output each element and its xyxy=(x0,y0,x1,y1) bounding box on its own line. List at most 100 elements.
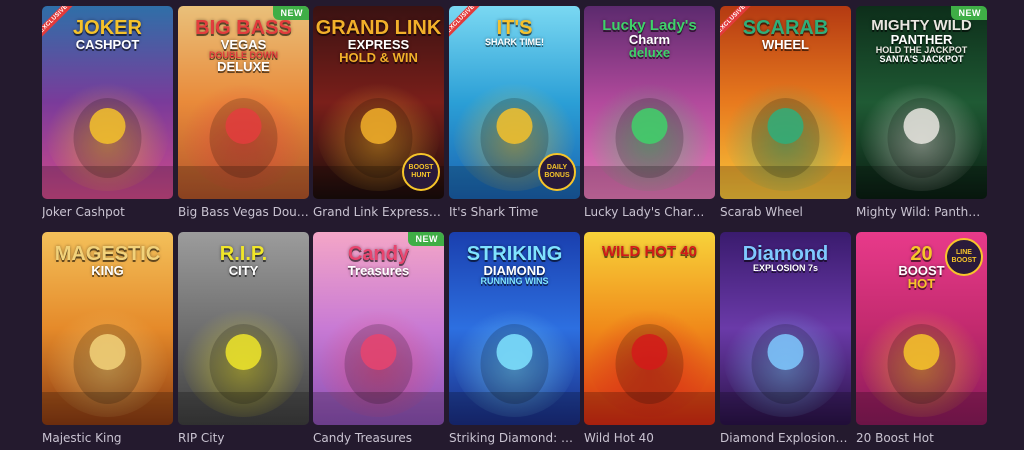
artwork-shade xyxy=(720,166,851,199)
game-thumbnail[interactable]: MAGESTIC KING xyxy=(42,232,173,425)
artwork-emblem xyxy=(767,334,804,370)
game-title[interactable]: Mighty Wild: Panther Grand Gold Edition … xyxy=(856,205,987,219)
game-tile[interactable]: BIG BASS VEGAS DOUBLE DOWN DELUXE NEW Big Bas… xyxy=(178,6,309,219)
game-logo: IT'S SHARK TIME! xyxy=(449,18,580,47)
game-logo-line: R.I.P. xyxy=(219,243,268,265)
game-title[interactable]: Scarab Wheel xyxy=(720,205,851,219)
game-logo-line: MAGESTIC xyxy=(54,243,161,265)
game-logo-line: CITY xyxy=(228,263,259,278)
game-logo-line: HOT xyxy=(907,276,936,291)
game-logo: Candy Treasures xyxy=(313,244,444,277)
game-logo: MAGESTIC KING xyxy=(42,244,173,277)
game-logo-line: MIGHTY WILD xyxy=(871,17,972,34)
new-badge: NEW xyxy=(272,6,309,20)
game-tile[interactable]: Candy Treasures NEW Candy Treasures xyxy=(313,232,444,445)
game-logo-line: EXPLOSION 7s xyxy=(752,263,819,273)
artwork-shade xyxy=(178,392,309,425)
game-logo-line: HOLD & WIN xyxy=(339,50,418,65)
game-tile[interactable]: Lucky Lady's Charm deluxe Lucky Lady's Char… xyxy=(584,6,715,219)
game-title[interactable]: Joker Cashpot xyxy=(42,205,173,219)
game-logo: GRAND LINK EXPRESS HOLD & WIN xyxy=(313,18,444,64)
game-logo-line: CASHPOT xyxy=(75,37,140,52)
game-logo: MIGHTY WILD PANTHER HOLD THE JACKPOT SANTA'… xyxy=(856,18,987,64)
game-logo: SCARAB WHEEL xyxy=(720,18,851,51)
game-tile[interactable]: 20 BOOST HOT LINE BOOST 20 Boost Hot xyxy=(856,232,987,445)
game-logo-line: IT'S xyxy=(496,17,533,39)
game-logo: WILD HOT 40 xyxy=(584,244,715,259)
game-logo-line: RUNNING WINS xyxy=(480,276,549,286)
game-thumbnail[interactable]: 20 BOOST HOT LINE BOOST xyxy=(856,232,987,425)
game-grid: JOKER CASHPOT EXCLUSIVE Joker Cashpot BIG BA… xyxy=(0,0,1024,450)
game-logo: Lucky Lady's Charm deluxe xyxy=(584,18,715,59)
game-title[interactable]: Big Bass Vegas Double Down Deluxe xyxy=(178,205,309,219)
game-tile[interactable]: Diamond EXPLOSION 7s Diamond Explosion 7s xyxy=(720,232,851,445)
game-tile[interactable]: SCARAB WHEEL EXCLUSIVE Scarab Wheel xyxy=(720,6,851,219)
game-tile[interactable]: JOKER CASHPOT EXCLUSIVE Joker Cashpot xyxy=(42,6,173,219)
artwork-emblem xyxy=(903,334,940,370)
game-thumbnail[interactable]: WILD HOT 40 xyxy=(584,232,715,425)
game-title[interactable]: Majestic King xyxy=(42,431,173,445)
game-tile[interactable]: MIGHTY WILD PANTHER HOLD THE JACKPOT SANTA'… xyxy=(856,6,987,219)
game-thumbnail[interactable]: BIG BASS VEGAS DOUBLE DOWN DELUXE NEW xyxy=(178,6,309,199)
artwork-shade xyxy=(313,392,444,425)
game-tile[interactable]: MAGESTIC KING Majestic King xyxy=(42,232,173,445)
game-thumbnail[interactable]: Diamond EXPLOSION 7s xyxy=(720,232,851,425)
game-title[interactable]: Candy Treasures xyxy=(313,431,444,445)
game-thumbnail[interactable]: Candy Treasures NEW xyxy=(313,232,444,425)
game-logo-line: Diamond xyxy=(742,243,829,265)
game-logo-line: WHEEL xyxy=(762,37,809,52)
game-logo: R.I.P. CITY xyxy=(178,244,309,277)
game-tile[interactable]: WILD HOT 40 Wild Hot 40 xyxy=(584,232,715,445)
game-thumbnail[interactable]: STRIKING DIAMOND RUNNING WINS xyxy=(449,232,580,425)
artwork-shade xyxy=(584,392,715,425)
game-tile[interactable]: R.I.P. CITY RIP City xyxy=(178,232,309,445)
game-tile[interactable]: STRIKING DIAMOND RUNNING WINS Striking Diam… xyxy=(449,232,580,445)
game-logo: Diamond EXPLOSION 7s xyxy=(720,244,851,273)
game-logo-line: SANTA'S JACKPOT xyxy=(879,54,964,64)
game-title[interactable]: 20 Boost Hot xyxy=(856,431,987,445)
game-title[interactable]: Grand Link Express: Hold & Win xyxy=(313,205,444,219)
game-title[interactable]: Wild Hot 40 xyxy=(584,431,715,445)
game-logo-line: deluxe xyxy=(628,45,671,60)
game-thumbnail[interactable]: R.I.P. CITY xyxy=(178,232,309,425)
promo-sticker: DAILY BONUS xyxy=(538,153,576,191)
artwork-emblem xyxy=(496,334,533,370)
game-logo: BIG BASS VEGAS DOUBLE DOWN DELUXE xyxy=(178,18,309,73)
artwork-shade xyxy=(449,392,580,425)
game-logo-line: Candy xyxy=(347,243,410,265)
artwork-emblem xyxy=(496,108,533,144)
artwork-shade xyxy=(42,392,173,425)
artwork-shade xyxy=(856,166,987,199)
artwork-shade xyxy=(856,392,987,425)
game-logo: STRIKING DIAMOND RUNNING WINS xyxy=(449,244,580,286)
artwork-emblem xyxy=(360,108,397,144)
game-tile[interactable]: GRAND LINK EXPRESS HOLD & WIN BOOST HUNT Gra… xyxy=(313,6,444,219)
game-title[interactable]: Striking Diamond: Running Wins xyxy=(449,431,580,445)
promo-sticker: LINE BOOST xyxy=(945,238,983,276)
game-title[interactable]: It's Shark Time xyxy=(449,205,580,219)
game-title[interactable]: Lucky Lady's Charm deluxe xyxy=(584,205,715,219)
game-thumbnail[interactable]: JOKER CASHPOT EXCLUSIVE xyxy=(42,6,173,199)
game-logo-line: Treasures xyxy=(347,263,410,278)
artwork-emblem xyxy=(360,334,397,370)
artwork-shade xyxy=(178,166,309,199)
new-badge: NEW xyxy=(950,6,987,20)
promo-sticker: BOOST HUNT xyxy=(402,153,440,191)
game-thumbnail[interactable]: GRAND LINK EXPRESS HOLD & WIN BOOST HUNT xyxy=(313,6,444,199)
artwork-emblem xyxy=(225,334,262,370)
artwork-emblem xyxy=(89,108,126,144)
game-thumbnail[interactable]: IT'S SHARK TIME! DAILY BONUS EXCLUSIVE xyxy=(449,6,580,199)
artwork-emblem xyxy=(89,334,126,370)
game-thumbnail[interactable]: SCARAB WHEEL EXCLUSIVE xyxy=(720,6,851,199)
game-logo-line: KING xyxy=(91,263,124,278)
game-tile[interactable]: IT'S SHARK TIME! DAILY BONUS EXCLUSIVE It's … xyxy=(449,6,580,219)
game-thumbnail[interactable]: MIGHTY WILD PANTHER HOLD THE JACKPOT SANTA'… xyxy=(856,6,987,199)
game-title[interactable]: RIP City xyxy=(178,431,309,445)
artwork-emblem xyxy=(225,108,262,144)
game-logo-line: WILD HOT 40 xyxy=(601,243,697,260)
game-title[interactable]: Diamond Explosion 7s xyxy=(720,431,851,445)
artwork-emblem xyxy=(631,108,668,144)
game-thumbnail[interactable]: Lucky Lady's Charm deluxe xyxy=(584,6,715,199)
game-logo-line: BIG BASS xyxy=(195,17,292,39)
game-logo-line: SHARK TIME! xyxy=(485,37,544,47)
